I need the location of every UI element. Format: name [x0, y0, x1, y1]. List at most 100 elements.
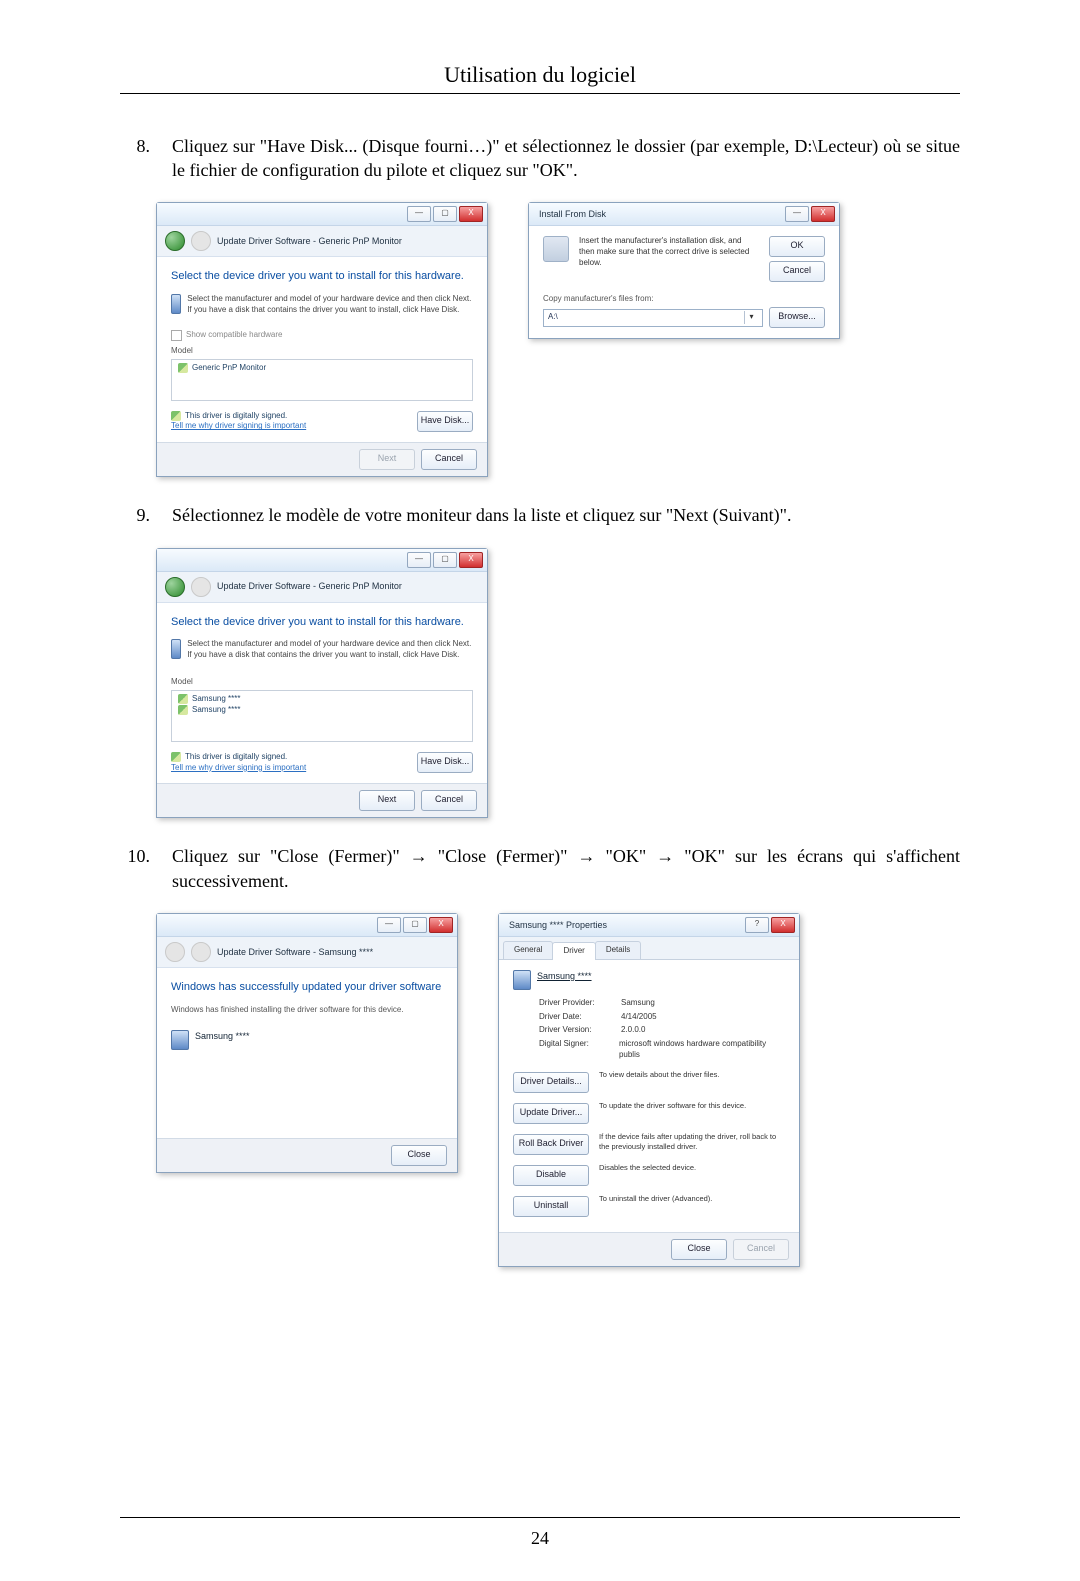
provider-value: Samsung	[621, 998, 655, 1009]
install-from-disk-dialog: Install From Disk — X Insert the manufac…	[528, 202, 840, 339]
update-driver-dialog: — ▢ X Update Driver Software - Generic P…	[156, 202, 488, 477]
disable-button[interactable]: Disable	[513, 1165, 589, 1186]
path-value: A:\	[548, 312, 558, 323]
ifd-message: Insert the manufacturer's installation d…	[579, 236, 759, 268]
model-list[interactable]: Generic PnP Monitor	[171, 359, 473, 401]
page-number: 24	[120, 1526, 960, 1550]
next-button[interactable]: Next	[359, 790, 415, 811]
uninstall-desc: To uninstall the driver (Advanced).	[599, 1191, 785, 1204]
maximize-button[interactable]: ▢	[433, 206, 457, 222]
dialog-title: Update Driver Software - Generic PnP Mon…	[217, 580, 402, 592]
device-name: Samsung ****	[195, 1030, 250, 1042]
shield-icon	[178, 705, 188, 715]
tab-driver[interactable]: Driver	[552, 942, 595, 960]
close-button[interactable]: Close	[671, 1239, 727, 1260]
maximize-button[interactable]: ▢	[403, 917, 427, 933]
cancel-button[interactable]: Cancel	[769, 261, 825, 282]
device-icon	[171, 639, 181, 659]
step-text-10: Cliquez sur "Close (Fermer)" → "Close (F…	[172, 844, 960, 893]
model-label: Model	[171, 675, 473, 690]
cancel-button[interactable]: Cancel	[733, 1239, 789, 1260]
back-arrow-icon[interactable]	[165, 577, 185, 597]
forward-arrow-icon	[191, 231, 211, 251]
success-message: Windows has successfully updated your dr…	[171, 980, 443, 995]
close-button[interactable]: X	[811, 206, 835, 222]
footer-rule	[120, 1517, 960, 1518]
close-button[interactable]: X	[459, 552, 483, 568]
device-icon	[171, 294, 181, 314]
close-button[interactable]: X	[429, 917, 453, 933]
tab-details[interactable]: Details	[595, 941, 641, 959]
date-value: 4/14/2005	[621, 1012, 657, 1023]
minimize-button[interactable]: —	[407, 206, 431, 222]
dialog-title: Update Driver Software - Samsung ****	[217, 946, 373, 958]
minimize-button[interactable]: —	[407, 552, 431, 568]
dialog-heading: Select the device driver you want to ins…	[171, 615, 473, 630]
minimize-button[interactable]: —	[785, 206, 809, 222]
browse-button[interactable]: Browse...	[769, 307, 825, 328]
minimize-button[interactable]: —	[377, 917, 401, 933]
close-button[interactable]: X	[459, 206, 483, 222]
update-driver-desc: To update the driver software for this d…	[599, 1098, 785, 1111]
path-field[interactable]: A:\ ▾	[543, 309, 763, 327]
date-key: Driver Date:	[539, 1012, 621, 1023]
show-compatible-checkbox[interactable]	[171, 330, 182, 341]
signer-key: Digital Signer:	[539, 1039, 619, 1061]
back-arrow-icon	[165, 942, 185, 962]
copy-from-label: Copy manufacturer's files from:	[543, 292, 825, 307]
section-title: Utilisation du logiciel	[120, 60, 960, 90]
version-value: 2.0.0.0	[621, 1025, 645, 1036]
header-rule	[120, 93, 960, 94]
chevron-down-icon[interactable]: ▾	[744, 311, 758, 324]
step-text-8: Cliquez sur "Have Disk... (Disque fourni…	[172, 134, 960, 183]
device-name: Samsung ****	[537, 970, 592, 982]
back-arrow-icon[interactable]	[165, 231, 185, 251]
close-button[interactable]: X	[771, 917, 795, 933]
step-text-9: Sélectionnez le modèle de votre moniteur…	[172, 503, 960, 527]
have-disk-button[interactable]: Have Disk...	[417, 411, 473, 432]
cancel-button[interactable]: Cancel	[421, 790, 477, 811]
maximize-button[interactable]: ▢	[433, 552, 457, 568]
close-button[interactable]: Close	[391, 1145, 447, 1166]
device-icon	[513, 970, 531, 990]
model-list[interactable]: Samsung **** Samsung ****	[171, 690, 473, 742]
cancel-button[interactable]: Cancel	[421, 449, 477, 470]
roll-back-driver-desc: If the device fails after updating the d…	[599, 1129, 785, 1152]
signer-value: microsoft windows hardware compatibility…	[619, 1039, 785, 1061]
tab-general[interactable]: General	[503, 941, 553, 959]
uninstall-button[interactable]: Uninstall	[513, 1196, 589, 1217]
signing-link[interactable]: Tell me why driver signing is important	[171, 763, 306, 774]
success-dialog: — ▢ X Update Driver Software - Samsung *…	[156, 913, 458, 1173]
properties-dialog: Samsung **** Properties ? X General Driv…	[498, 913, 800, 1267]
step-number-8: 8.	[120, 134, 150, 158]
model-item[interactable]: Samsung ****	[192, 694, 240, 703]
dialog-heading: Select the device driver you want to ins…	[171, 269, 473, 284]
shield-icon	[178, 694, 188, 704]
ok-button[interactable]: OK	[769, 236, 825, 257]
model-item[interactable]: Generic PnP Monitor	[192, 363, 266, 372]
shield-icon	[178, 363, 188, 373]
dialog-title: Update Driver Software - Generic PnP Mon…	[217, 235, 402, 247]
driver-signed-text: This driver is digitally signed.	[185, 411, 287, 420]
signing-link[interactable]: Tell me why driver signing is important	[171, 421, 306, 432]
forward-arrow-icon	[191, 577, 211, 597]
model-label: Model	[171, 344, 473, 359]
disable-desc: Disables the selected device.	[599, 1160, 785, 1173]
help-button[interactable]: ?	[745, 917, 769, 933]
driver-details-button[interactable]: Driver Details...	[513, 1072, 589, 1093]
device-icon	[171, 1030, 189, 1050]
driver-signed-text: This driver is digitally signed.	[185, 752, 287, 761]
shield-icon	[171, 411, 181, 421]
dialog-info-text: Select the manufacturer and model of you…	[187, 294, 473, 316]
provider-key: Driver Provider:	[539, 998, 621, 1009]
next-button[interactable]: Next	[359, 449, 415, 470]
roll-back-driver-button[interactable]: Roll Back Driver	[513, 1134, 589, 1155]
shield-icon	[171, 752, 181, 762]
show-compatible-label: Show compatible hardware	[186, 330, 283, 341]
ifd-title: Install From Disk	[533, 208, 606, 220]
version-key: Driver Version:	[539, 1025, 621, 1036]
step-number-10: 10.	[120, 844, 150, 868]
update-driver-button[interactable]: Update Driver...	[513, 1103, 589, 1124]
have-disk-button[interactable]: Have Disk...	[417, 752, 473, 773]
model-item[interactable]: Samsung ****	[192, 705, 240, 714]
